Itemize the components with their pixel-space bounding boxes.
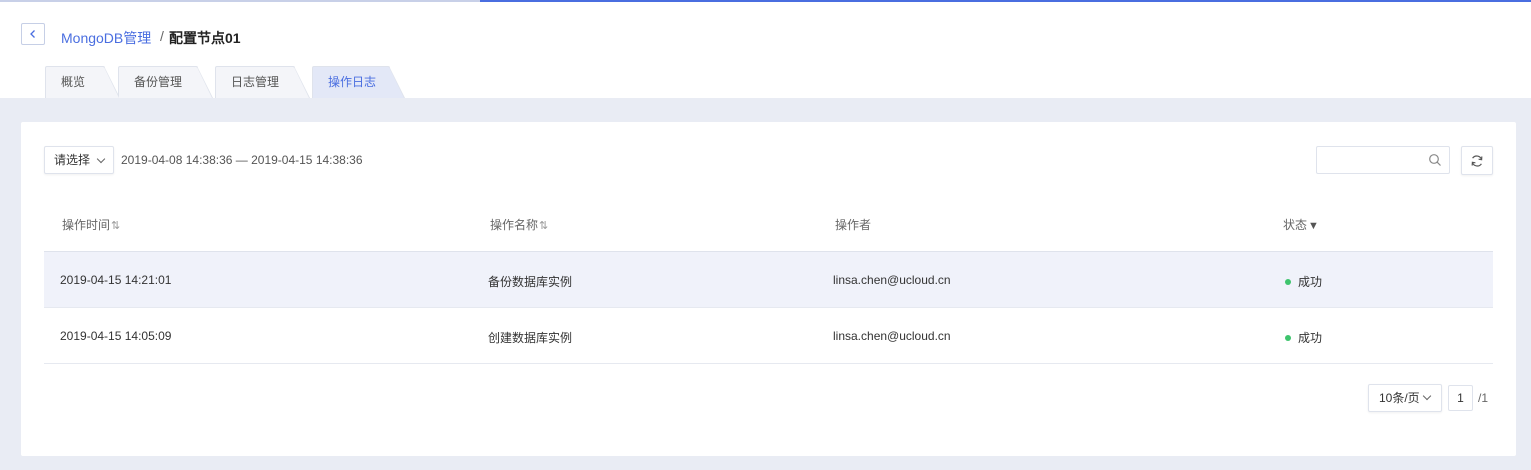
filter-icon[interactable]: ▼ bbox=[1308, 220, 1319, 232]
column-header-operator: 操作者 bbox=[835, 216, 871, 233]
cell-operator: linsa.chen@ucloud.cn bbox=[833, 329, 951, 343]
chevron-down-icon bbox=[96, 154, 106, 164]
cell-operator: linsa.chen@ucloud.cn bbox=[833, 273, 951, 287]
tab-label: 日志管理 bbox=[231, 75, 280, 89]
sort-icon[interactable]: ⇅ bbox=[111, 220, 120, 232]
breadcrumb-separator: / bbox=[160, 28, 164, 44]
column-header-label: 操作名称 bbox=[490, 218, 539, 232]
status-dot-icon bbox=[1285, 278, 1291, 285]
status-dot-icon bbox=[1285, 334, 1291, 341]
refresh-icon bbox=[1471, 154, 1483, 167]
top-accent-line-dim bbox=[0, 0, 480, 2]
tab-label: 备份管理 bbox=[134, 75, 183, 89]
page-size-label: 10条/页 bbox=[1379, 391, 1420, 405]
column-header-label: 状态 bbox=[1283, 218, 1308, 232]
page-total: /1 bbox=[1478, 391, 1489, 405]
search-icon[interactable] bbox=[1428, 153, 1442, 167]
breadcrumb-parent-link[interactable]: MongoDB管理 bbox=[61, 28, 151, 48]
table-row[interactable]: 2019-04-15 14:05:09 创建数据库实例 linsa.chen@u… bbox=[44, 308, 1493, 364]
status-label: 成功 bbox=[1298, 275, 1323, 289]
cell-name: 创建数据库实例 bbox=[488, 331, 573, 345]
back-button[interactable] bbox=[21, 23, 45, 45]
page-number-input[interactable]: 1 bbox=[1448, 385, 1473, 411]
cell-time: 2019-04-15 14:21:01 bbox=[60, 273, 172, 287]
chevron-left-icon bbox=[30, 30, 35, 38]
content-card: 请选择 2019-04-08 14:38:36 — 2019-04-15 14:… bbox=[21, 122, 1516, 456]
tab-backup-management[interactable]: 备份管理 bbox=[118, 66, 213, 98]
date-range-picker[interactable]: 2019-04-08 14:38:36 — 2019-04-15 14:38:3… bbox=[121, 153, 363, 167]
status-label: 成功 bbox=[1298, 331, 1323, 345]
column-header-label: 操作时间 bbox=[62, 218, 111, 232]
table-row[interactable]: 2019-04-15 14:21:01 备份数据库实例 linsa.chen@u… bbox=[44, 252, 1493, 308]
tab-overview[interactable]: 概览 bbox=[45, 66, 120, 98]
sort-icon[interactable]: ⇅ bbox=[539, 220, 548, 232]
cell-time: 2019-04-15 14:05:09 bbox=[60, 329, 172, 343]
tab-label: 概览 bbox=[61, 75, 86, 89]
column-header-status[interactable]: 状态▼ bbox=[1283, 216, 1319, 233]
tab-label: 操作日志 bbox=[328, 75, 377, 89]
filter-select[interactable]: 请选择 bbox=[44, 146, 114, 174]
chevron-down-icon bbox=[1422, 391, 1432, 401]
cell-status: 成功 bbox=[1285, 273, 1322, 290]
cell-name: 备份数据库实例 bbox=[488, 275, 573, 289]
tab-log-management[interactable]: 日志管理 bbox=[215, 66, 310, 98]
table-header: 操作时间⇅ 操作名称⇅ 操作者 状态▼ bbox=[44, 196, 1493, 252]
cell-status: 成功 bbox=[1285, 329, 1322, 346]
column-header-time[interactable]: 操作时间⇅ bbox=[62, 216, 120, 233]
column-header-label: 操作者 bbox=[835, 218, 872, 232]
column-header-name[interactable]: 操作名称⇅ bbox=[490, 216, 548, 233]
tab-operation-log[interactable]: 操作日志 bbox=[312, 66, 405, 98]
refresh-button[interactable] bbox=[1461, 146, 1493, 175]
page-size-select[interactable]: 10条/页 bbox=[1368, 384, 1442, 412]
search-input[interactable] bbox=[1316, 146, 1450, 174]
page-title: 配置节点01 bbox=[169, 30, 241, 46]
header-bar: MongoDB管理 / 配置节点01 概览 备份管理 日志管理 操作日志 bbox=[0, 0, 1531, 98]
filter-select-label: 请选择 bbox=[54, 153, 91, 167]
